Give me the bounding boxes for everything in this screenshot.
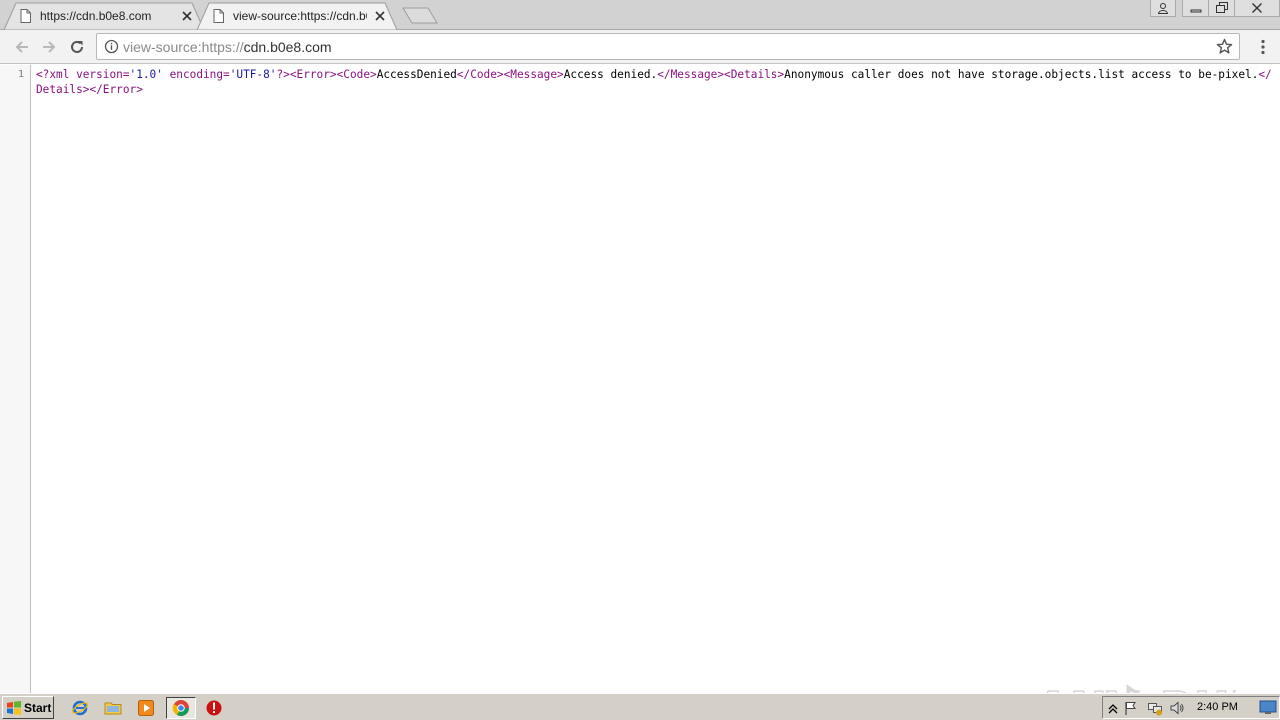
address-bar[interactable]: view-source:https://cdn.b0e8.com <box>96 33 1240 60</box>
back-button[interactable] <box>12 37 32 57</box>
error-close-tag: </Error> <box>89 83 143 96</box>
windows-logo-icon <box>7 700 21 715</box>
file-explorer-button[interactable] <box>102 697 124 719</box>
xml-encoding-value: 'UTF-8' <box>229 68 277 81</box>
clock[interactable]: 2:40 PM <box>1197 701 1238 713</box>
tab-view-source[interactable]: view-source:https://cdn.b0e8.com <box>197 2 397 30</box>
minimize-button[interactable] <box>1182 0 1208 17</box>
stop-app-button[interactable] <box>203 697 225 719</box>
restore-icon <box>1215 2 1228 13</box>
tab-title: https://cdn.b0e8.com <box>40 9 152 23</box>
close-tab-icon[interactable] <box>373 9 387 23</box>
message-open-tag: <Message> <box>503 68 564 81</box>
arrow-right-icon <box>43 41 56 53</box>
info-icon[interactable] <box>104 39 119 54</box>
code-close-tag: </Code> <box>456 68 504 81</box>
stop-icon <box>206 700 222 716</box>
folder-icon <box>104 702 122 715</box>
chrome-taskbar-button[interactable] <box>166 697 196 719</box>
source-line: <?xml version='1.0' encoding='UTF-8'?><E… <box>36 67 1276 97</box>
code-text: AccessDenied <box>376 68 457 81</box>
browser-toolbar: view-source:https://cdn.b0e8.com <box>0 30 1280 64</box>
message-text: Access denied. <box>563 68 658 81</box>
more-menu-icon[interactable] <box>1260 39 1266 55</box>
close-tab-icon[interactable] <box>180 9 194 23</box>
network-icon[interactable] <box>1147 700 1163 716</box>
show-hidden-icons-icon[interactable] <box>1105 700 1121 716</box>
view-source-content: 1 <?xml version='1.0' encoding='UTF-8'?>… <box>0 65 1280 720</box>
xml-encoding-attr: encoding= <box>162 68 230 81</box>
restore-button[interactable] <box>1208 0 1234 17</box>
details-open-tag: <Details> <box>724 68 785 81</box>
show-desktop-icon[interactable] <box>1259 700 1277 715</box>
forward-button[interactable] <box>39 37 59 57</box>
internet-explorer-icon <box>71 700 89 716</box>
system-tray: 2:40 PM <box>1102 696 1280 719</box>
media-player-button[interactable] <box>135 697 157 719</box>
media-player-icon <box>138 700 154 716</box>
user-profile-button[interactable] <box>1150 0 1176 17</box>
url-host: cdn.b0e8.com <box>243 39 332 55</box>
reload-button[interactable] <box>67 37 87 57</box>
page-icon <box>20 9 31 23</box>
tab-cdn[interactable]: https://cdn.b0e8.com <box>4 2 204 30</box>
error-open-tag: <Error> <box>289 68 337 81</box>
start-button[interactable]: Start <box>2 696 54 719</box>
taskbar: Start 2:40 PM <box>0 693 1280 720</box>
user-icon <box>1157 3 1169 14</box>
tab-strip: https://cdn.b0e8.com view-source:https:/… <box>0 0 1280 30</box>
new-tab-button[interactable] <box>402 7 438 24</box>
tab-title: view-source:https://cdn.b0e8.com <box>233 9 367 23</box>
action-center-flag-icon[interactable] <box>1123 700 1139 716</box>
message-close-tag: </Message> <box>657 68 725 81</box>
reload-icon <box>71 40 83 53</box>
minimize-icon <box>1190 9 1201 13</box>
internet-explorer-button[interactable] <box>69 697 91 719</box>
url-scheme: view-source:https:// <box>123 39 244 55</box>
bookmark-star-icon[interactable] <box>1216 38 1233 55</box>
line-number-gutter: 1 <box>0 65 31 693</box>
arrow-left-icon <box>15 41 28 53</box>
xml-declaration-open: <?xml version= <box>36 68 130 81</box>
details-text: Anonymous caller does not have storage.o… <box>784 68 1259 81</box>
start-label: Start <box>24 700 52 715</box>
line-number: 1 <box>17 69 24 80</box>
close-window-button[interactable] <box>1234 0 1280 17</box>
window-controls <box>1150 0 1280 20</box>
xml-declaration-close: ?> <box>276 68 290 81</box>
xml-version-value: '1.0' <box>129 68 163 81</box>
chrome-icon <box>172 700 189 716</box>
page-icon <box>213 9 224 23</box>
code-open-tag: <Code> <box>336 68 377 81</box>
url-text: view-source:https://cdn.b0e8.com <box>123 39 332 55</box>
close-icon <box>1252 3 1262 13</box>
volume-icon[interactable] <box>1169 700 1185 716</box>
